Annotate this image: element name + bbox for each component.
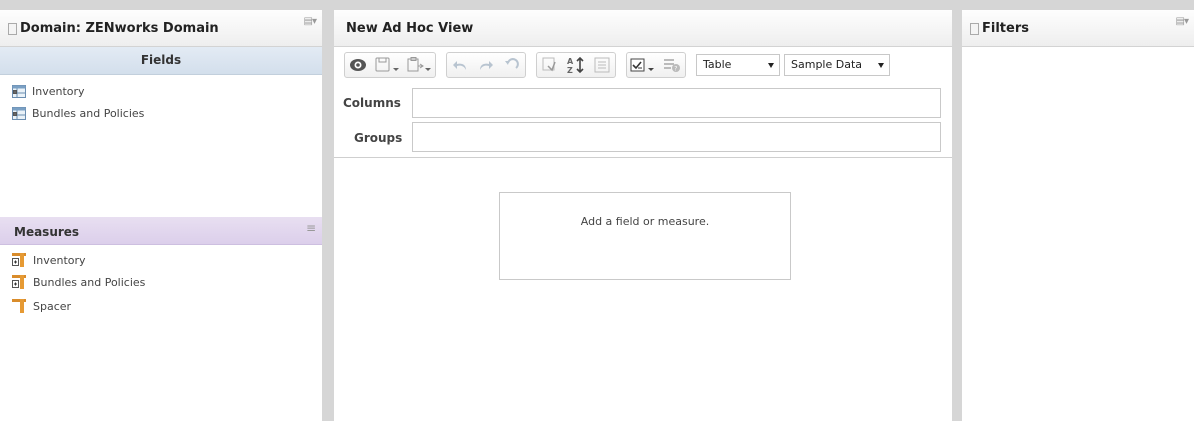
fields-section-header[interactable]: Fields [0, 47, 322, 75]
svg-text:?: ? [674, 66, 677, 73]
data-source-header: Domain: ZENworks Domain ▤▾ [0, 10, 322, 47]
expand-measure-icon [12, 275, 26, 289]
measure-item-inventory[interactable]: Inventory [12, 251, 86, 269]
view-toolbar: AZ ? Table Sample Data [344, 52, 952, 78]
ad-hoc-view-panel: New Ad Hoc View A Z ? Table Sample Data … [334, 10, 952, 421]
expand-table-icon [12, 84, 26, 98]
undo-all-icon[interactable] [499, 53, 525, 77]
export-icon[interactable] [403, 53, 435, 77]
redo-icon[interactable] [473, 53, 499, 77]
sort-icon[interactable]: AZ [563, 53, 589, 77]
canvas-divider [334, 157, 952, 158]
measure-label: Bundles and Policies [33, 275, 146, 289]
data-source-title: Domain: ZENworks Domain [20, 21, 219, 36]
field-label: Bundles and Policies [32, 106, 145, 120]
ad-hoc-view-header: New Ad Hoc View [334, 10, 952, 47]
measures-section-title: Measures [14, 225, 80, 239]
toolbar-group-history [446, 52, 526, 78]
empty-message-text: Add a field or measure. [580, 215, 710, 228]
view-type-value: Table [703, 58, 732, 71]
columns-drop-zone[interactable] [412, 88, 941, 118]
measures-menu-icon[interactable]: ≡ [306, 221, 316, 235]
view-type-select[interactable]: Table [696, 54, 780, 76]
filters-title: Filters [982, 21, 1029, 36]
display-options-icon[interactable] [627, 53, 659, 77]
eye-icon[interactable] [345, 53, 371, 77]
panel-options-icon[interactable]: ▤▾ [1176, 16, 1190, 27]
panel-options-icon[interactable]: ▤▾ [304, 16, 318, 27]
groups-drop-zone[interactable] [412, 122, 941, 152]
measure-item-bundles-and-policies[interactable]: Bundles and Policies [12, 273, 145, 291]
filters-header: Filters ▤▾ [962, 10, 1194, 47]
empty-canvas-message: Add a field or measure. [499, 192, 791, 280]
toolbar-group-file [344, 52, 436, 78]
data-mode-select[interactable]: Sample Data [784, 54, 890, 76]
measure-label: Inventory [33, 253, 86, 267]
toolbar-group-options: ? [626, 52, 686, 78]
fields-section-title: Fields [140, 53, 182, 67]
view-title: New Ad Hoc View [346, 21, 474, 36]
data-source-panel: Domain: ZENworks Domain ▤▾ Fields Invent… [0, 10, 322, 421]
filters-panel: Filters ▤▾ [962, 10, 1194, 421]
chevron-down-icon [878, 63, 884, 68]
save-icon[interactable] [371, 53, 403, 77]
data-mode-value: Sample Data [791, 58, 863, 71]
undo-icon[interactable] [447, 53, 473, 77]
expand-measure-icon [12, 253, 26, 267]
svg-text:Z: Z [567, 66, 573, 74]
hide-details-icon[interactable] [589, 53, 615, 77]
measure-label: Spacer [33, 299, 72, 313]
panel-icon [8, 23, 17, 35]
measures-section-header[interactable]: Measures ≡ [0, 217, 322, 245]
expand-table-icon [12, 106, 26, 120]
spacer-measure-icon [12, 299, 26, 313]
toolbar-group-layout: AZ [536, 52, 616, 78]
columns-label: Columns [343, 96, 401, 110]
switch-axes-icon[interactable] [537, 53, 563, 77]
chevron-down-icon [768, 63, 774, 68]
field-item-bundles-and-policies[interactable]: Bundles and Policies [12, 104, 144, 122]
field-item-inventory[interactable]: Inventory [12, 82, 85, 100]
query-info-icon[interactable]: ? [659, 53, 685, 77]
groups-label: Groups [354, 131, 403, 145]
measure-item-spacer[interactable]: Spacer [12, 297, 71, 315]
field-label: Inventory [32, 84, 85, 98]
panel-icon [970, 23, 979, 35]
svg-text:A: A [567, 57, 574, 66]
